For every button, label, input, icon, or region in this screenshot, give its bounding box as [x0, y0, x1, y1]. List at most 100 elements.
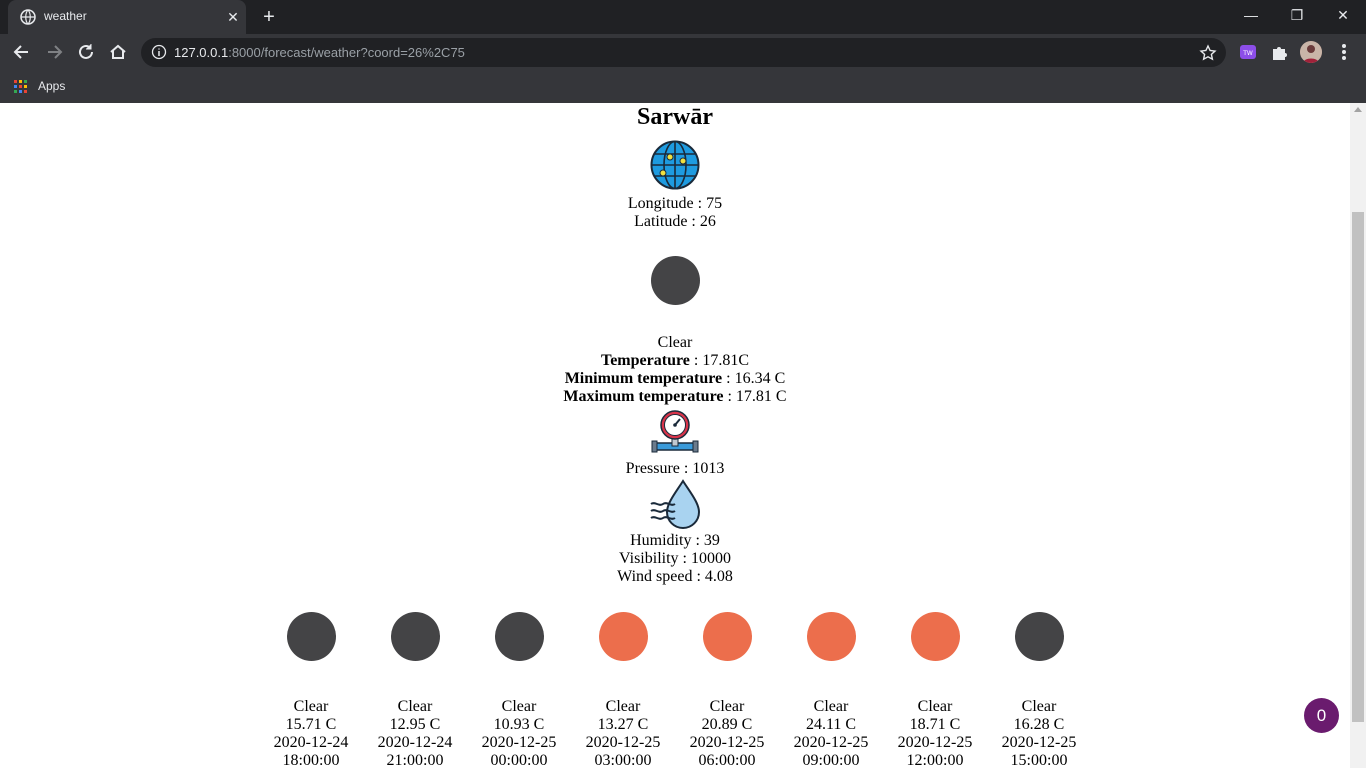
forecast-text: Clear 20.89 C 2020-12-25 06:00:00: [675, 698, 779, 768]
apps-grid-icon[interactable]: [14, 80, 28, 94]
forecast-temperature: 12.95 C: [389, 716, 441, 733]
forecast-weather-icon: [702, 612, 752, 661]
minimize-icon[interactable]: —: [1228, 0, 1274, 30]
min-temperature-row: Minimum temperature : 16.34 C: [0, 370, 1350, 388]
forecast-temperature: 10.93 C: [493, 716, 545, 733]
pressure: Pressure : 1013: [625, 460, 725, 477]
forecast-time: 15:00:00: [1010, 752, 1068, 768]
forecast-time: 21:00:00: [386, 752, 444, 768]
forecast-temperature: 24.11 C: [805, 716, 857, 733]
max-temperature-label: Maximum temperature: [563, 388, 724, 405]
forecast-weather-icon: [286, 612, 336, 661]
max-temperature-value: : 17.81 C: [723, 388, 787, 405]
page-scrollbar[interactable]: [1350, 103, 1366, 768]
forecast-text: Clear 15.71 C 2020-12-24 18:00:00: [259, 698, 363, 768]
forecast-condition: Clear: [501, 698, 537, 715]
forecast-time: 06:00:00: [698, 752, 756, 768]
forecast-condition: Clear: [397, 698, 433, 715]
forecast-time: 03:00:00: [594, 752, 652, 768]
latitude: Latitude : 26: [634, 213, 716, 230]
forecast-item: Clear 13.27 C 2020-12-25 03:00:00: [571, 612, 675, 768]
apps-bookmark[interactable]: Apps: [38, 79, 65, 93]
kebab-menu-icon[interactable]: [1334, 40, 1354, 64]
browser-toolbar: 127.0.0.1:8000/forecast/weather?coord=26…: [0, 34, 1366, 71]
humidity-visibility-wind: Humidity : 39 Visibility : 10000 Wind sp…: [0, 532, 1350, 586]
forecast-item: Clear 18.71 C 2020-12-25 12:00:00: [883, 612, 987, 768]
forecast-text: Clear 18.71 C 2020-12-25 12:00:00: [883, 698, 987, 768]
forecast-weather-icon: [390, 612, 440, 661]
city-name: Sarwār: [637, 104, 713, 130]
forecast-weather-icon: [494, 612, 544, 661]
forecast-item: Clear 10.93 C 2020-12-25 00:00:00: [467, 612, 571, 768]
pressure-gauge-icon: [651, 410, 699, 453]
forecast-temperature: 13.27 C: [597, 716, 649, 733]
tab-close-icon[interactable]: ✕: [224, 8, 242, 26]
forecast-condition: Clear: [1021, 698, 1057, 715]
coordinates: Longitude : 75 Latitude : 26: [0, 195, 1350, 231]
forecast-text: Clear 16.28 C 2020-12-25 15:00:00: [987, 698, 1091, 768]
forecast-date: 2020-12-25: [689, 734, 765, 751]
forecast-time: 09:00:00: [802, 752, 860, 768]
humidity-drop-icon: [650, 479, 701, 529]
url-text: 127.0.0.1:8000/forecast/weather?coord=26…: [174, 45, 465, 60]
floating-counter-button[interactable]: 0: [1304, 698, 1339, 733]
forecast-date: 2020-12-24: [273, 734, 349, 751]
forecast-text: Clear 12.95 C 2020-12-24 21:00:00: [363, 698, 467, 768]
globe-favicon-icon: [20, 9, 36, 25]
tw-extension-icon[interactable]: TW: [1236, 40, 1260, 64]
visibility: Visibility : 10000: [619, 550, 731, 567]
page-viewport: Sarwār Longitude : 75 Latitude : 26 Clea…: [0, 103, 1350, 768]
scroll-up-arrow-icon[interactable]: [1354, 107, 1362, 112]
forecast-weather-icon: [598, 612, 648, 661]
forecast-temperature: 16.28 C: [1013, 716, 1065, 733]
forecast-item: Clear 20.89 C 2020-12-25 06:00:00: [675, 612, 779, 768]
forecast-text: Clear 13.27 C 2020-12-25 03:00:00: [571, 698, 675, 768]
max-temperature-row: Maximum temperature : 17.81 C: [0, 388, 1350, 406]
address-bar[interactable]: 127.0.0.1:8000/forecast/weather?coord=26…: [141, 38, 1226, 67]
forecast-temperature: 20.89 C: [701, 716, 753, 733]
browser-tab[interactable]: weather ✕: [8, 0, 246, 34]
forecast-temperature: 15.71 C: [285, 716, 337, 733]
url-path: :8000/forecast/weather?coord=26%2C75: [228, 45, 465, 60]
current-weather-icon: [651, 256, 700, 305]
back-arrow-icon[interactable]: [8, 38, 36, 66]
wind-speed: Wind speed : 4.08: [617, 568, 733, 585]
forecast-time: 12:00:00: [906, 752, 964, 768]
globe-icon: [650, 140, 700, 190]
forward-arrow-icon[interactable]: [40, 38, 68, 66]
restore-icon[interactable]: ❐: [1274, 0, 1320, 30]
humidity: Humidity : 39: [630, 532, 720, 549]
min-temperature-value: : 16.34 C: [722, 370, 786, 387]
forecast-condition: Clear: [813, 698, 849, 715]
scrollbar-thumb[interactable]: [1352, 212, 1364, 722]
forecast-date: 2020-12-25: [897, 734, 973, 751]
current-condition: Clear: [657, 334, 693, 351]
bookmark-star-icon[interactable]: [1199, 44, 1217, 62]
reload-icon[interactable]: [72, 38, 100, 66]
profile-avatar[interactable]: [1300, 41, 1322, 63]
forecast-time: 00:00:00: [490, 752, 548, 768]
extensions-puzzle-icon[interactable]: [1268, 40, 1292, 64]
forecast-condition: Clear: [605, 698, 641, 715]
forecast-item: Clear 16.28 C 2020-12-25 15:00:00: [987, 612, 1091, 768]
home-icon[interactable]: [104, 38, 132, 66]
info-icon[interactable]: [151, 44, 167, 60]
forecast-date: 2020-12-25: [1001, 734, 1077, 751]
forecast-temperature: 18.71 C: [909, 716, 961, 733]
forecast-date: 2020-12-24: [377, 734, 453, 751]
forecast-item: Clear 12.95 C 2020-12-24 21:00:00: [363, 612, 467, 768]
min-temperature-label: Minimum temperature: [564, 370, 723, 387]
tab-title: weather: [44, 9, 87, 23]
tab-strip: weather ✕ + — ❐ ✕: [0, 0, 1366, 34]
forecast-weather-icon: [910, 612, 960, 661]
forecast-date: 2020-12-25: [585, 734, 661, 751]
forecast-time: 18:00:00: [282, 752, 340, 768]
forecast-date: 2020-12-25: [481, 734, 557, 751]
current-weather-info: Clear Temperature : 17.81C Minimum tempe…: [0, 334, 1350, 406]
temperature-label: Temperature: [601, 352, 690, 369]
new-tab-icon[interactable]: +: [258, 6, 280, 28]
longitude: Longitude : 75: [627, 195, 723, 212]
temperature-value: : 17.81C: [689, 352, 749, 369]
window-close-icon[interactable]: ✕: [1320, 0, 1366, 30]
forecast-item: Clear 24.11 C 2020-12-25 09:00:00: [779, 612, 883, 768]
